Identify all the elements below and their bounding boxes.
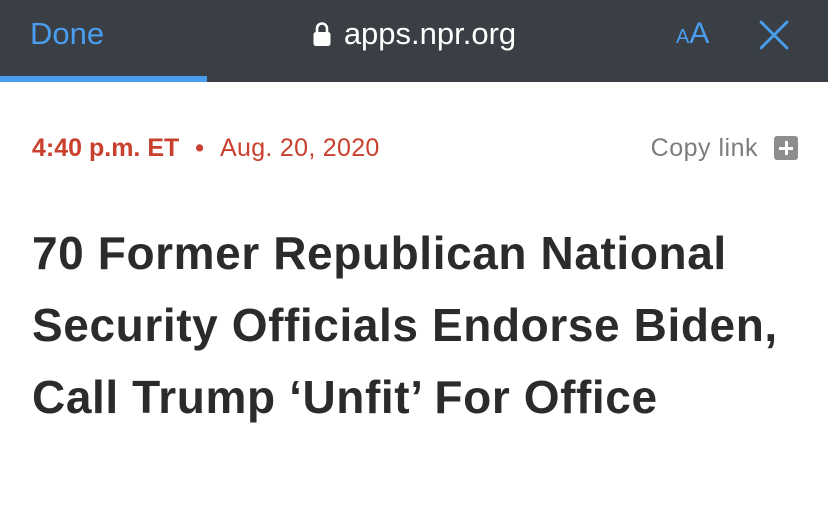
plus-icon [774,136,798,160]
browser-toolbar: Done apps.npr.org AA [0,0,828,82]
copy-link-button[interactable]: Copy link [651,130,798,166]
lock-icon [313,22,331,46]
copy-link-label: Copy link [650,134,758,162]
article-meta: 4:40 p.m. ET • Aug. 20, 2020 [32,130,380,166]
page-load-progress [0,76,828,82]
text-size-large-glyph: A [689,17,710,50]
text-size-button[interactable]: AA [676,14,709,59]
article-date: Aug. 20, 2020 [220,134,380,162]
close-icon[interactable] [757,20,791,50]
done-button[interactable]: Done [30,14,104,54]
url-text: apps.npr.org [343,16,517,51]
article-headline: 70 Former Republican National Security O… [32,227,778,423]
text-size-small-glyph: A [676,26,690,48]
address-bar[interactable]: apps.npr.org [312,14,516,54]
meta-separator: • [195,134,205,162]
page-load-progress-fill [0,76,207,82]
article-time: 4:40 p.m. ET [32,134,180,162]
